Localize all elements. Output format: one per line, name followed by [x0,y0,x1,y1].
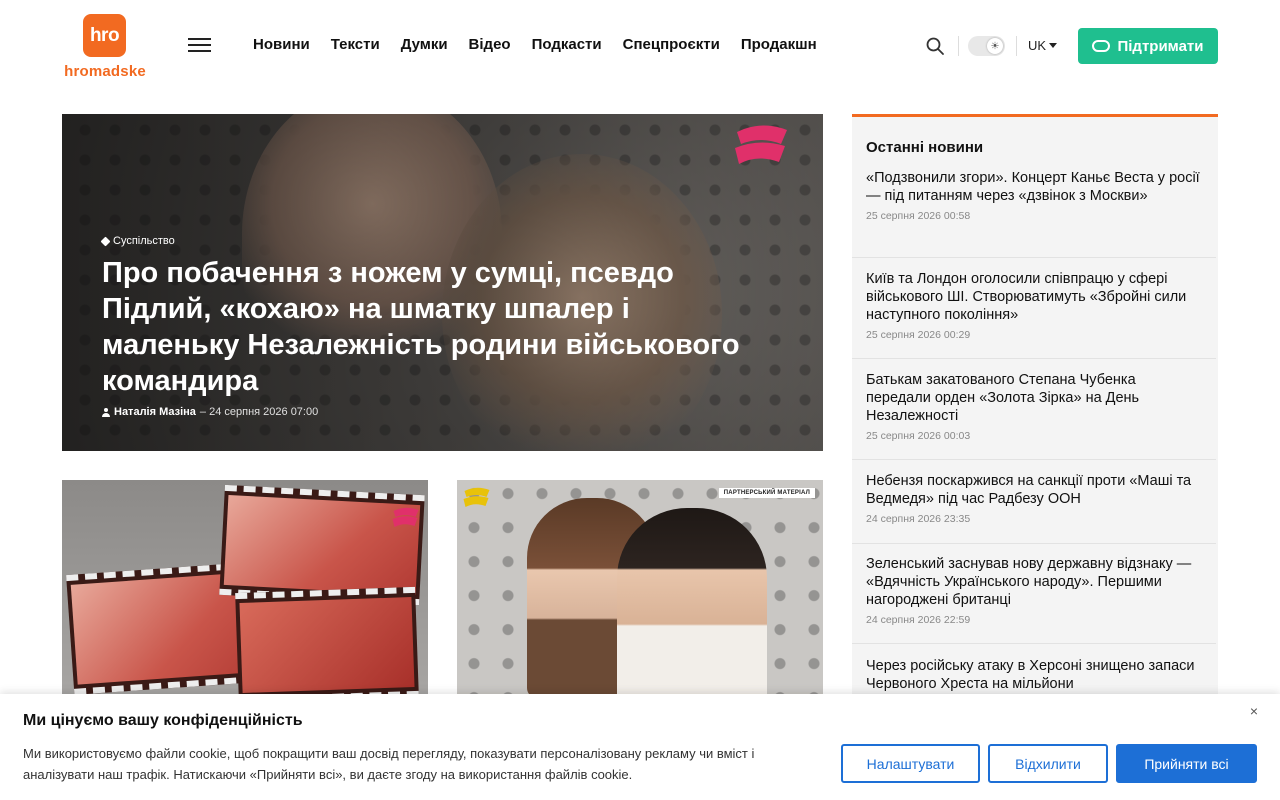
sidebar-title: Останні новини [866,139,984,156]
article-card[interactable]: ПАРТНЕРСЬКИЙ МАТЕРІАЛ [457,480,823,695]
news-list-item[interactable]: «Подзвонили згори». Концерт Каньє Веста … [852,169,1216,258]
close-icon[interactable]: × [1247,704,1261,718]
news-title[interactable]: «Подзвонили згори». Концерт Каньє Веста … [866,169,1202,205]
nav-item-opinions[interactable]: Думки [401,36,448,53]
logo-mark: hro [83,14,126,57]
news-date: 25 серпня 2026 00:58 [866,210,971,222]
card-photo-person [617,508,767,695]
author-icon [102,407,110,417]
author-name[interactable]: Наталія Мазіна [114,406,196,418]
menu-icon[interactable] [188,37,211,54]
news-date: 24 серпня 2026 22:59 [866,614,971,626]
logo-wordmark: hromadske [64,63,146,80]
donate-icon [1092,40,1111,52]
nav-item-specprojects[interactable]: Спецпроєкти [623,36,720,53]
cookie-description: Ми використовуємо файли cookie, щоб покр… [23,746,755,782]
partner-material-badge: ПАРТНЕРСЬКИЙ МАТЕРІАЛ [718,488,815,498]
support-button-label: Підтримати [1117,37,1204,55]
category-label: Суспільство [113,235,175,247]
support-button[interactable]: Підтримати [1078,28,1218,64]
news-list-item[interactable]: Батькам закатованого Степана Чубенка пер… [852,371,1216,460]
nav-item-production[interactable]: Продакшн [741,36,817,53]
tag-icon [100,236,111,246]
latest-news-sidebar: Останні новини «Подзвонили згори». Конце… [852,114,1218,714]
featured-article-title[interactable]: Про побачення з ножем у сумці, псевдо Пі… [102,255,752,399]
news-title[interactable]: Через російську атаку в Херсоні знищено … [866,657,1202,693]
site-header: hro hromadske Новини Тексти Думки Відео … [0,0,1280,92]
main-nav: Новини Тексти Думки Відео Подкасти Спецп… [253,36,838,53]
site-logo[interactable]: hro hromadske [62,14,148,80]
featured-article[interactable]: Суспільство Про побачення з ножем у сумц… [62,114,823,451]
cookie-accept-button[interactable]: Прийняти всі [1116,744,1257,783]
sun-icon: ☀ [987,38,1003,54]
nav-item-texts[interactable]: Тексти [331,36,380,53]
project-logo-icon [735,125,787,164]
language-selector[interactable]: UK [1028,38,1058,53]
card-image-frame [235,586,419,695]
project-logo-icon [463,487,490,507]
article-card[interactable] [62,480,428,695]
divider [958,36,959,56]
cookie-title: Ми цінуємо вашу конфіденційність [23,712,303,729]
news-title[interactable]: Київ та Лондон оголосили співпрацю у сфе… [866,270,1202,324]
nav-item-video[interactable]: Відео [469,36,511,53]
nav-item-podcasts[interactable]: Подкасти [532,36,602,53]
news-list-item[interactable]: Зеленський заснував нову державну відзна… [852,555,1216,644]
category-tag[interactable]: Суспільство [100,235,175,247]
divider [1016,36,1017,56]
publish-date: – 24 серпня 2026 07:00 [199,406,319,418]
news-date: 25 серпня 2026 00:29 [866,329,971,341]
language-label: UK [1028,38,1047,53]
project-logo-icon [392,507,419,527]
chevron-down-icon [1049,43,1058,48]
news-date: 24 серпня 2026 23:35 [866,513,971,525]
nav-item-news[interactable]: Новини [253,36,310,53]
news-date: 25 серпня 2026 00:03 [866,430,971,442]
news-title[interactable]: Батькам закатованого Степана Чубенка пер… [866,371,1202,425]
news-title[interactable]: Зеленський заснував нову державну відзна… [866,555,1202,609]
news-title[interactable]: Небензя поскаржився на санкції проти «Ма… [866,472,1202,508]
news-list-item[interactable]: Київ та Лондон оголосили співпрацю у сфе… [852,270,1216,359]
article-meta: Наталія Мазіна – 24 серпня 2026 07:00 [102,406,318,418]
cookie-consent-banner: Ми цінуємо вашу конфіденційність Ми вико… [0,694,1280,800]
cookie-customize-button[interactable]: Налаштувати [841,744,980,783]
theme-toggle[interactable]: ☀ [968,36,1005,56]
cookie-reject-button[interactable]: Відхилити [988,744,1108,783]
search-icon[interactable] [925,36,945,56]
news-list-item[interactable]: Небензя поскаржився на санкції проти «Ма… [852,472,1216,544]
